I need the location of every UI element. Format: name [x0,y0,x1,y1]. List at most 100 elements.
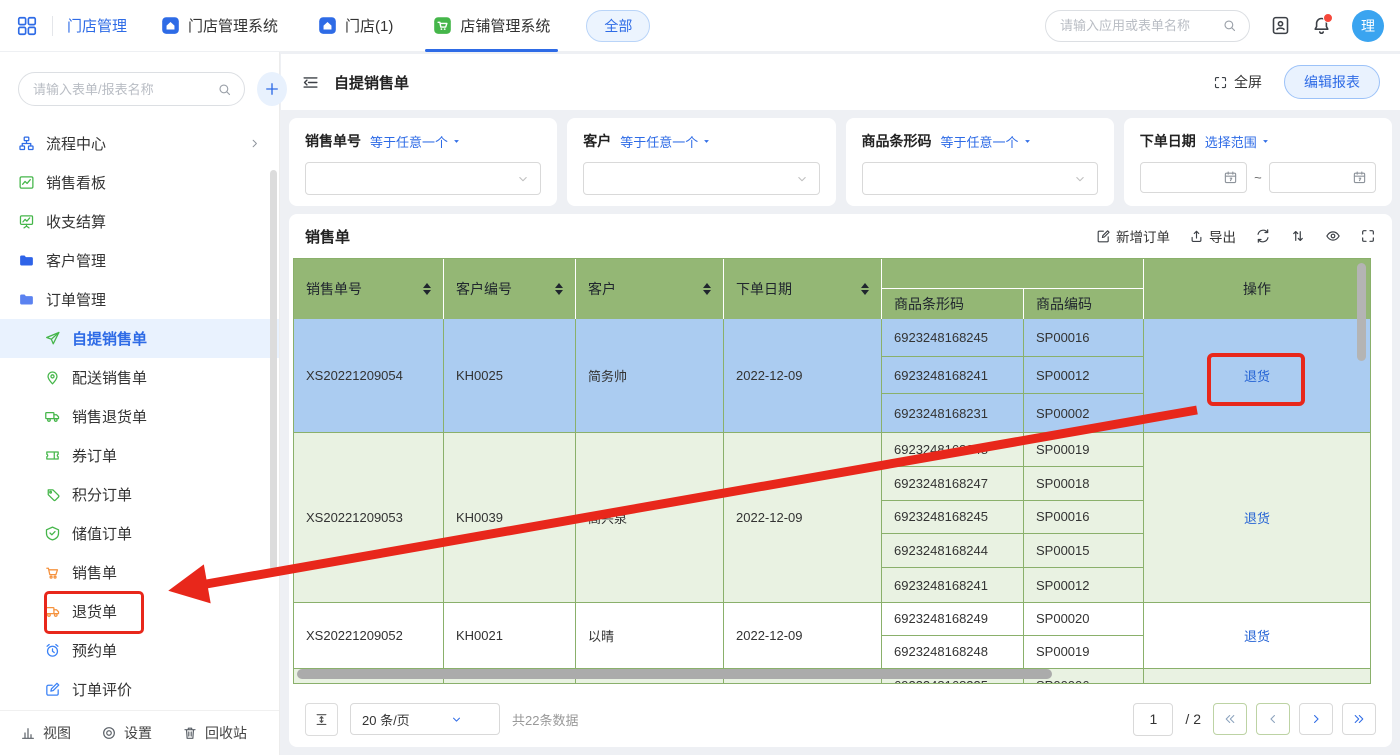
product-group-header [882,259,1143,289]
workspace-label[interactable]: 门店管理 [67,15,127,36]
shield-icon [44,525,61,542]
sidebar-item-sales-return-order[interactable]: 销售退货单 [0,397,279,436]
top-tab-store-management-system[interactable]: 门店管理系统 [161,0,278,52]
sidebar-item-customer-management[interactable]: 客户管理 [0,241,279,280]
collapse-sidebar-icon[interactable] [301,73,320,92]
contacts-icon[interactable] [1270,15,1291,36]
sort-button[interactable] [1290,228,1306,244]
filter-condition-dropdown[interactable]: 等于任意一个 [620,132,712,151]
page-size-select[interactable]: 20 条/页 [350,703,500,735]
cell-product-code: SP00016 [1024,319,1144,356]
sidebar-item-sales-order[interactable]: 销售单 [0,553,279,592]
column-label: 客户编号 [456,279,512,299]
column-header-barcode[interactable]: 商品条形码 [882,289,1024,319]
sidebar-item-return-order[interactable]: 退货单 [0,592,279,631]
filter-label: 客户 [583,131,611,151]
sidebar-item-coupon-order[interactable]: 券订单 [0,436,279,475]
sidebar-item-order-review[interactable]: 订单评价 [0,670,279,709]
sidebar-item-reservation-order[interactable]: 预约单 [0,631,279,670]
avatar[interactable]: 理 [1352,10,1384,42]
cell-text: SP00002 [1036,406,1090,421]
product-item-row: 6923248168245 SP00016 [882,319,1144,357]
column-header-customer-no[interactable]: 客户编号 [444,259,576,319]
search-icon[interactable] [217,82,232,97]
filter-label: 下单日期 [1140,131,1196,151]
sidebar-footer-recycle-bin[interactable]: 回收站 [182,723,247,743]
refresh-button[interactable] [1255,228,1271,244]
page-number-input[interactable] [1133,703,1173,736]
sidebar-item-order-management[interactable]: 订单管理 [0,280,279,319]
sidebar-item-income-settlement[interactable]: 收支结算 [0,202,279,241]
first-page-button[interactable] [1213,703,1247,735]
sort-control[interactable] [423,283,431,295]
return-action-link[interactable]: 退货 [1244,626,1270,645]
add-form-button[interactable] [257,72,287,106]
cell-actions [1144,669,1370,683]
scope-all-pill[interactable]: 全部 [586,10,650,42]
sidebar-item-flow-center[interactable]: 流程中心 [0,124,279,163]
app-search-input[interactable] [1058,17,1216,34]
next-page-button[interactable] [1299,703,1333,735]
notification-bell[interactable] [1311,15,1332,36]
filter-select-sales-order-no[interactable] [305,162,541,195]
sidebar-footer-settings[interactable]: 设置 [101,723,152,743]
top-tab-store-1[interactable]: 门店(1) [318,0,393,52]
sidebar-item-points-order[interactable]: 积分订单 [0,475,279,514]
chevron-down-icon [795,172,809,186]
date-end-input[interactable] [1269,162,1376,193]
sidebar-footer-view[interactable]: 视图 [20,723,71,743]
sidebar-item-label: 积分订单 [72,484,132,505]
app-search[interactable] [1045,10,1250,42]
sidebar-scrollbar[interactable] [270,170,277,570]
sort-control[interactable] [555,283,563,295]
vertical-scrollbar[interactable] [1357,263,1366,361]
filter-condition-dropdown[interactable]: 选择范围 [1205,132,1271,151]
column-header-order-no[interactable]: 销售单号 [294,259,444,319]
fullscreen-button[interactable] [1360,228,1376,244]
sidebar-search-input[interactable] [31,81,211,98]
product-subheaders: 商品条形码 商品编码 [882,289,1143,319]
filter-select-customer[interactable] [583,162,819,195]
sidebar-item-pickup-sales-order[interactable]: 自提销售单 [0,319,279,358]
cell-barcode: 6923248168245 [882,501,1024,534]
column-header-product-code[interactable]: 商品编码 [1024,289,1144,319]
sidebar-footer-label: 回收站 [205,723,247,743]
filter-select-product-barcode[interactable] [862,162,1098,195]
sidebar-item-label: 收支结算 [46,211,106,232]
search-icon[interactable] [1222,18,1237,33]
horizontal-scrollbar[interactable] [297,669,1052,679]
sidebar-item-label: 预约单 [72,640,117,661]
column-header-customer[interactable]: 客户 [576,259,724,319]
cell-text: 6923248168245 [894,330,988,345]
cell-text: KH0025 [456,368,503,383]
filter-condition-dropdown[interactable]: 等于任意一个 [941,132,1033,151]
cell-text: 简务帅 [588,366,627,385]
sidebar-item-stored-value-order[interactable]: 储值订单 [0,514,279,553]
visibility-button[interactable] [1325,228,1341,244]
sidebar-item-sales-dashboard[interactable]: 销售看板 [0,163,279,202]
topbar-divider [52,16,53,36]
new-order-button[interactable]: 新增订单 [1096,226,1170,246]
last-page-button[interactable] [1342,703,1376,735]
edit-report-button[interactable]: 编辑报表 [1284,65,1380,99]
plus-icon [263,80,281,98]
filter-condition-dropdown[interactable]: 等于任意一个 [370,132,462,151]
filter-condition-label: 等于任意一个 [370,132,448,151]
sidebar-item-label: 订单评价 [72,679,132,700]
apps-grid-icon[interactable] [16,15,38,37]
date-start-input[interactable] [1140,162,1247,193]
export-button[interactable]: 导出 [1189,226,1236,246]
sort-control[interactable] [703,283,711,295]
sort-control[interactable] [861,283,869,295]
row-height-button[interactable] [305,703,338,736]
prev-page-button[interactable] [1256,703,1290,735]
product-item-row: 6923248168249SP00020 [882,603,1144,636]
return-action-link[interactable]: 退货 [1244,508,1270,527]
return-action-link[interactable]: 退货 [1244,366,1270,385]
caret-down-icon [1022,136,1033,147]
fullscreen-button[interactable]: 全屏 [1213,72,1262,92]
sidebar-item-delivery-sales-order[interactable]: 配送销售单 [0,358,279,397]
sidebar-search[interactable] [18,72,245,106]
column-header-order-date[interactable]: 下单日期 [724,259,882,319]
top-tab-shop-management-system[interactable]: 店铺管理系统 [433,0,550,52]
